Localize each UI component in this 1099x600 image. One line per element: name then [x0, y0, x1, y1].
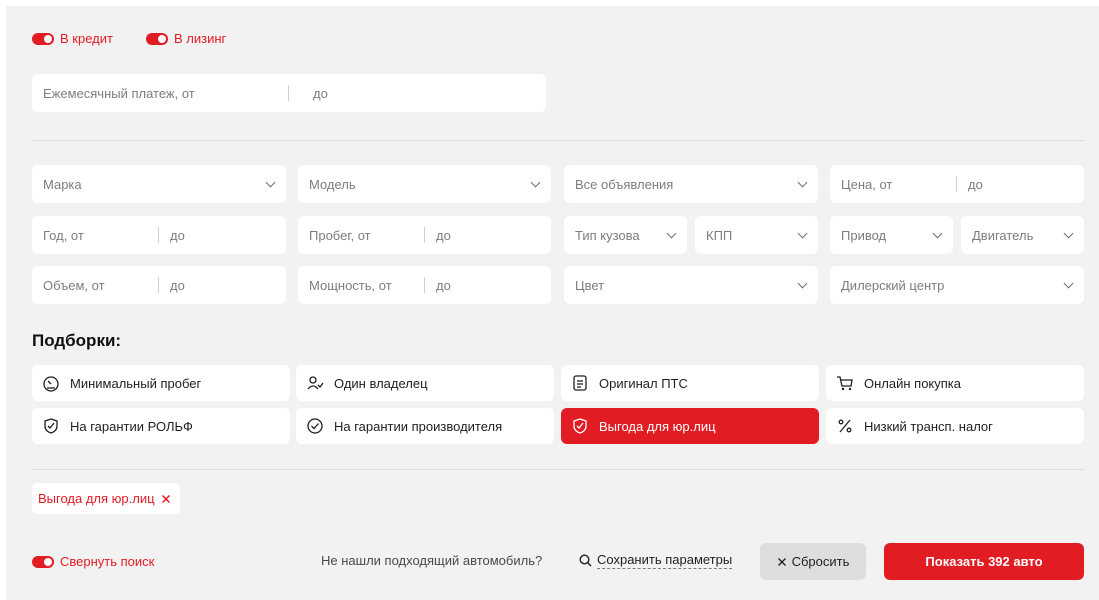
brand-select-label: Марка	[43, 176, 82, 192]
engine-select[interactable]: Двигатель	[961, 216, 1084, 254]
brand-select[interactable]: Марка	[32, 165, 286, 203]
chip-online-purchase[interactable]: Онлайн покупка	[826, 365, 1084, 401]
close-icon	[777, 557, 786, 566]
payment-from-input[interactable]: Ежемесячный платеж, от	[32, 86, 288, 101]
chip-min-mileage[interactable]: Минимальный пробег	[32, 365, 290, 401]
credit-toggle[interactable]: В кредит	[32, 31, 113, 46]
chip-label: Минимальный пробег	[70, 375, 202, 391]
power-from-input[interactable]: Мощность, от	[298, 278, 424, 293]
chevron-down-icon	[797, 228, 808, 239]
shield-check-icon	[573, 418, 587, 434]
power-to-input[interactable]: до	[425, 278, 451, 293]
shield-check-icon	[44, 418, 58, 434]
percent-icon	[838, 419, 852, 433]
collapse-search-label: Свернуть поиск	[60, 554, 155, 569]
divider	[32, 140, 1084, 141]
chip-label: Оригинал ПТС	[599, 375, 688, 391]
drive-select-label: Привод	[841, 227, 887, 243]
color-select-label: Цвет	[575, 277, 605, 293]
collapse-search-toggle[interactable]: Свернуть поиск	[32, 554, 154, 569]
year-from-input[interactable]: Год, от	[32, 228, 158, 243]
toggle-switch[interactable]	[146, 32, 168, 45]
chip-legal-entity-benefit[interactable]: Выгода для юр.лиц	[561, 408, 819, 444]
monthly-payment-range: Ежемесячный платеж, от до	[32, 74, 546, 112]
volume-to-input[interactable]: до	[159, 278, 185, 293]
chevron-down-icon	[666, 228, 677, 239]
mileage-range: Пробег, от до	[298, 216, 551, 254]
payment-to-input[interactable]: до	[289, 86, 328, 101]
chip-manufacturer-warranty[interactable]: На гарантии производителя	[296, 408, 554, 444]
active-filter-tag: Выгода для юр.лиц	[32, 483, 180, 514]
power-range: Мощность, от до	[298, 266, 551, 304]
speedometer-icon	[43, 376, 59, 392]
not-found-text: Не нашли подходящий автомобиль?	[321, 553, 543, 568]
chevron-down-icon	[265, 177, 276, 188]
reset-button[interactable]: Сбросить	[760, 543, 866, 580]
all-ads-select[interactable]: Все объявления	[564, 165, 818, 203]
save-params-link[interactable]: Сохранить параметры	[579, 552, 733, 569]
chip-label: На гарантии производителя	[334, 418, 503, 434]
close-icon[interactable]	[161, 494, 171, 504]
chip-label: Онлайн покупка	[864, 375, 962, 391]
document-icon	[573, 375, 587, 391]
dealer-select[interactable]: Дилерский центр	[830, 266, 1084, 304]
chevron-down-icon	[530, 177, 541, 188]
chip-label: Один владелец	[334, 375, 428, 391]
chip-rolf-warranty[interactable]: На гарантии РОЛЬФ	[32, 408, 290, 444]
chip-one-owner[interactable]: Один владелец	[296, 365, 554, 401]
chip-label: На гарантии РОЛЬФ	[70, 418, 193, 434]
circle-check-icon	[307, 418, 323, 434]
color-select[interactable]: Цвет	[564, 266, 818, 304]
drive-select[interactable]: Привод	[830, 216, 953, 254]
body-type-select-label: Тип кузова	[575, 227, 640, 243]
mileage-from-input[interactable]: Пробег, от	[298, 228, 424, 243]
toggle-switch[interactable]	[32, 555, 54, 568]
dealer-select-label: Дилерский центр	[841, 277, 945, 293]
all-ads-select-label: Все объявления	[575, 176, 674, 192]
cart-icon	[837, 376, 853, 391]
save-params-label: Сохранить параметры	[597, 552, 733, 569]
chevron-down-icon	[1063, 228, 1074, 239]
leasing-toggle-label: В лизинг	[174, 31, 227, 46]
engine-select-label: Двигатель	[972, 227, 1034, 243]
year-range: Год, от до	[32, 216, 286, 254]
chevron-down-icon	[1063, 278, 1074, 289]
gearbox-select-label: КПП	[706, 227, 733, 243]
active-filter-label: Выгода для юр.лиц	[38, 491, 155, 506]
year-to-input[interactable]: до	[159, 228, 185, 243]
gearbox-select[interactable]: КПП	[695, 216, 818, 254]
show-results-button[interactable]: Показать 392 авто	[884, 543, 1084, 580]
search-icon	[579, 554, 592, 567]
chip-low-tax[interactable]: Низкий трансп. налог	[826, 408, 1084, 444]
price-range: Цена, от до	[830, 165, 1084, 203]
show-results-label: Показать 392 авто	[925, 554, 1043, 569]
chip-original-pts[interactable]: Оригинал ПТС	[561, 365, 819, 401]
leasing-toggle[interactable]: В лизинг	[146, 31, 226, 46]
chevron-down-icon	[797, 177, 808, 188]
person-check-icon	[307, 376, 324, 390]
divider	[32, 469, 1084, 470]
model-select[interactable]: Модель	[298, 165, 551, 203]
toggle-switch[interactable]	[32, 32, 54, 45]
credit-toggle-label: В кредит	[60, 31, 113, 46]
mileage-to-input[interactable]: до	[425, 228, 451, 243]
price-to-input[interactable]: до	[957, 177, 983, 192]
model-select-label: Модель	[309, 176, 356, 192]
volume-from-input[interactable]: Объем, от	[32, 278, 158, 293]
chip-label: Выгода для юр.лиц	[599, 418, 716, 434]
body-type-select[interactable]: Тип кузова	[564, 216, 687, 254]
collections-heading: Подборки:	[32, 331, 122, 350]
chip-label: Низкий трансп. налог	[864, 418, 993, 434]
chevron-down-icon	[932, 228, 943, 239]
volume-range: Объем, от до	[32, 266, 286, 304]
price-from-input[interactable]: Цена, от	[830, 177, 956, 192]
chevron-down-icon	[797, 278, 808, 289]
reset-button-label: Сбросить	[791, 554, 850, 569]
